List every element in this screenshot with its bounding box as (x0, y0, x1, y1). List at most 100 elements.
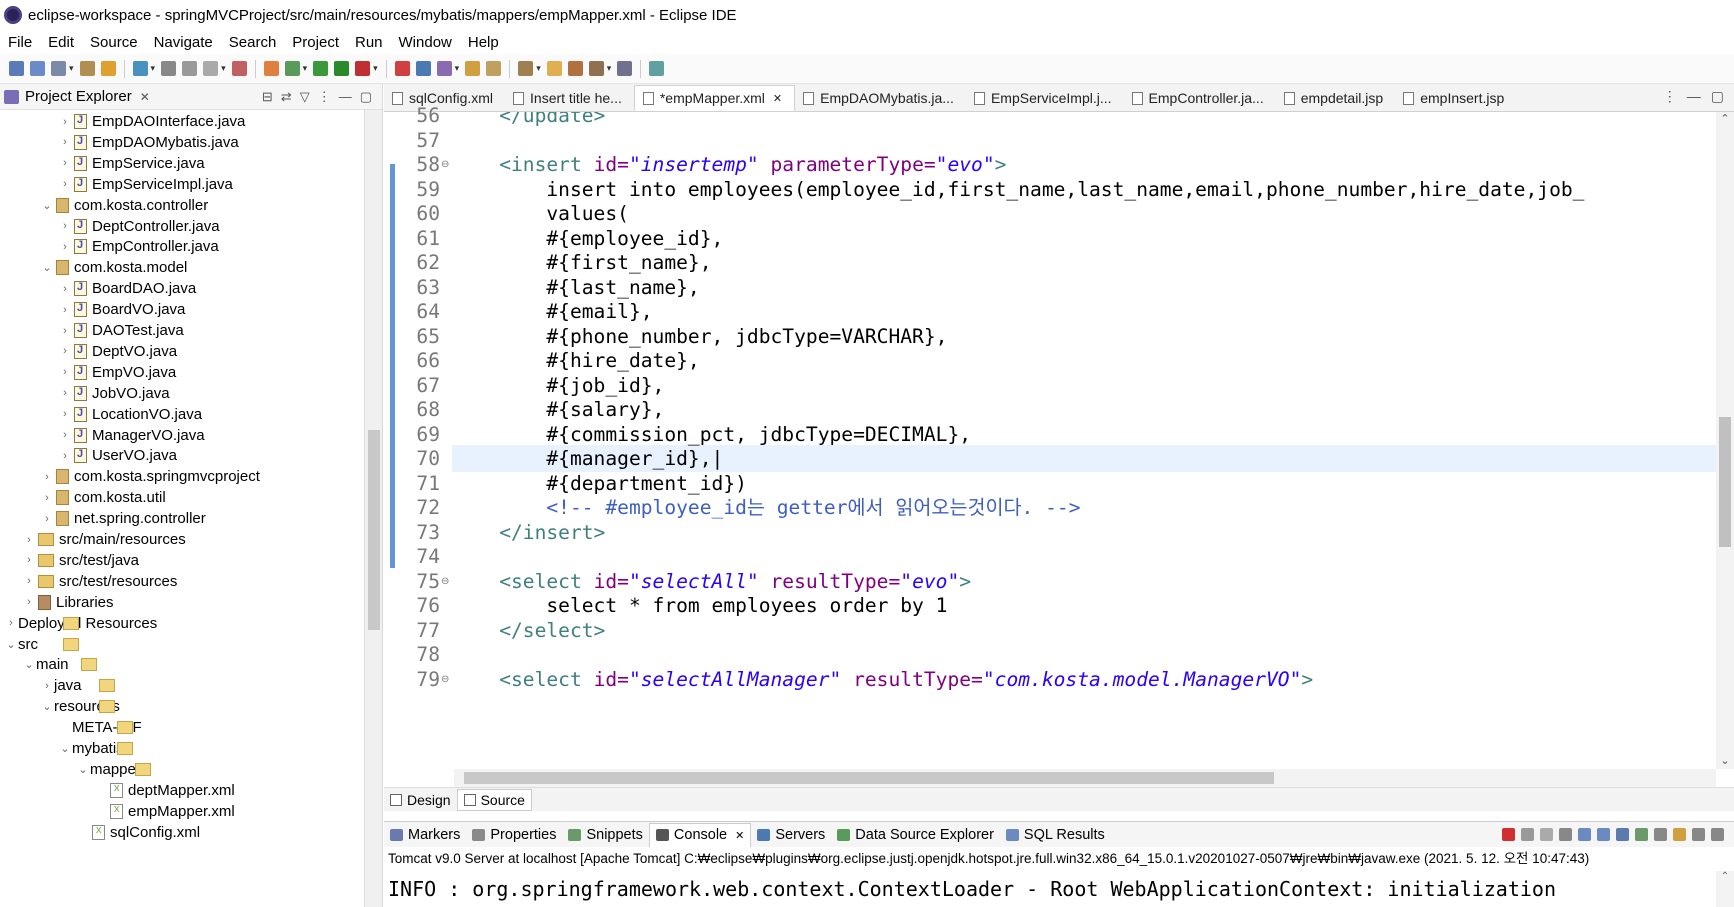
expand-arrow-icon[interactable]: › (58, 157, 72, 169)
tree-item[interactable]: META-INF (58, 716, 142, 739)
tree-item[interactable]: deptMapper.xml (94, 779, 235, 802)
tree-item[interactable]: › BoardVO.java (58, 298, 185, 321)
dropdown-arrow-icon[interactable]: ▾ (221, 63, 226, 74)
toolbar-button-icon[interactable] (313, 61, 329, 76)
menu-navigate[interactable]: Navigate (146, 34, 221, 51)
toolbar-button-icon[interactable] (486, 61, 502, 76)
console-tool-icon[interactable] (1654, 828, 1667, 841)
tree-item[interactable]: ⌄ main (22, 653, 97, 676)
editor-tab[interactable]: empInsert.jsp (1395, 85, 1516, 111)
code-line[interactable]: <insert id="insertemp" parameterType="ev… (452, 151, 1006, 178)
view-menu-icon[interactable]: ⋮ (318, 89, 331, 105)
toolbar-button-icon[interactable] (284, 61, 300, 76)
tree-item[interactable]: › src/main/resources (22, 528, 186, 551)
code-line[interactable]: </update> (452, 112, 605, 129)
dropdown-arrow-icon[interactable]: ▾ (373, 63, 378, 74)
menu-search[interactable]: Search (221, 34, 285, 51)
console-tool-icon[interactable] (1692, 828, 1705, 841)
fold-toggle-icon[interactable]: ⊖ (441, 568, 449, 595)
tree-item[interactable]: ⌄ com.kosta.model (40, 256, 187, 279)
expand-arrow-icon[interactable]: › (22, 534, 36, 546)
tree-item[interactable]: ⌄ mappers (76, 758, 151, 781)
tree-item[interactable]: › EmpService.java (58, 152, 204, 175)
fold-toggle-icon[interactable]: ⊖ (441, 151, 449, 178)
code-line[interactable]: #{salary}, (452, 396, 664, 423)
close-icon[interactable]: ✕ (140, 90, 150, 104)
toolbar-button-icon[interactable] (588, 61, 604, 76)
tree-item[interactable]: empMapper.xml (94, 800, 235, 823)
tab-data-source-explorer[interactable]: Data Source Explorer (831, 823, 1000, 847)
code-line[interactable]: #{employee_id}, (452, 225, 723, 252)
tree-item[interactable]: › Deployed Resources (4, 612, 157, 635)
code-line[interactable]: <select id="selectAllManager" resultType… (452, 666, 1313, 693)
code-line[interactable]: #{hire_date}, (452, 347, 699, 374)
console-output[interactable]: INFO : org.springframework.web.context.C… (388, 871, 1716, 907)
expand-arrow-icon[interactable]: › (22, 575, 36, 587)
close-icon[interactable]: ✕ (735, 829, 744, 842)
console-tool-icon[interactable] (1559, 828, 1572, 841)
tree-item[interactable]: › EmpVO.java (58, 361, 176, 384)
code-line[interactable]: #{department_id}) (452, 470, 747, 497)
code-line[interactable]: #{commission_pct, jdbcType=DECIMAL}, (452, 421, 971, 448)
editor-scrollbar[interactable]: ⌃ ⌄ (1716, 112, 1734, 769)
expand-arrow-icon[interactable]: ⌄ (4, 638, 18, 651)
expand-arrow-icon[interactable]: › (58, 304, 72, 316)
tree-item[interactable]: › EmpDAOInterface.java (58, 110, 245, 133)
toolbar-button-icon[interactable] (79, 61, 95, 76)
expand-arrow-icon[interactable]: › (58, 450, 72, 462)
console-tool-icon[interactable] (1502, 828, 1515, 841)
console-tool-icon[interactable] (1635, 828, 1648, 841)
tree-item[interactable]: › src/test/java (22, 549, 139, 572)
code-line[interactable]: select * from employees order by 1 (452, 592, 947, 619)
code-area[interactable]: </update> <insert id="insertemp" paramet… (452, 112, 1716, 769)
expand-arrow-icon[interactable]: › (58, 325, 72, 337)
editor-tab[interactable]: EmpController.ja... (1124, 85, 1276, 111)
toolbar-button-icon[interactable] (567, 61, 583, 76)
tree-item[interactable]: › EmpDAOMybatis.java (58, 131, 239, 154)
code-line[interactable]: #{email}, (452, 298, 652, 325)
toolbar-button-icon[interactable] (9, 61, 24, 76)
code-line[interactable]: #{job_id}, (452, 372, 664, 399)
code-line[interactable]: <!-- #employee_id는 getter에서 읽어오는것이다. --> (452, 494, 1080, 521)
tree-item[interactable]: › src/test/resources (22, 570, 177, 593)
toolbar-button-icon[interactable] (231, 61, 247, 76)
toolbar-button-icon[interactable] (161, 61, 177, 76)
tab-servers[interactable]: Servers (751, 823, 831, 847)
expand-arrow-icon[interactable]: › (58, 283, 72, 295)
expand-arrow-icon[interactable]: ⌄ (40, 199, 54, 212)
tree-item[interactable]: › BoardDAO.java (58, 277, 196, 300)
menu-help[interactable]: Help (460, 34, 507, 51)
menu-file[interactable]: File (0, 34, 40, 51)
dropdown-arrow-icon[interactable]: ▾ (536, 63, 541, 74)
console-tool-icon[interactable] (1597, 828, 1610, 841)
console-scrollbar[interactable]: ⌃ (1716, 871, 1734, 907)
toolbar-button-icon[interactable] (649, 61, 665, 76)
expand-arrow-icon[interactable]: ⌄ (40, 700, 54, 713)
tree-item[interactable]: › java (40, 674, 115, 697)
expand-arrow-icon[interactable]: ⌄ (22, 658, 36, 671)
expand-arrow-icon[interactable]: › (58, 136, 72, 148)
console-tool-icon[interactable] (1673, 828, 1686, 841)
tree-item[interactable]: › DeptVO.java (58, 340, 177, 363)
dropdown-arrow-icon[interactable]: ▾ (303, 63, 308, 74)
editor-tab[interactable]: Insert title he... (505, 85, 634, 111)
editor-tab[interactable]: *empMapper.xml ✕ (633, 85, 796, 111)
scrollbar-thumb[interactable] (1719, 417, 1731, 547)
code-line[interactable]: <select id="selectAll" resultType="evo"> (452, 568, 971, 595)
toolbar-button-icon[interactable] (465, 61, 481, 76)
tree-item[interactable]: › EmpServiceImpl.java (58, 173, 233, 196)
code-line[interactable]: values( (452, 200, 629, 227)
console-tool-icon[interactable] (1540, 828, 1553, 841)
expand-arrow-icon[interactable]: › (40, 492, 54, 504)
minimize-icon[interactable]: — (1687, 88, 1701, 105)
expand-arrow-icon[interactable]: › (58, 220, 72, 232)
editor-tab[interactable]: empdetail.jsp (1276, 85, 1396, 111)
menu-run[interactable]: Run (347, 34, 391, 51)
code-line[interactable]: #{manager_id},| (452, 445, 723, 472)
expand-arrow-icon[interactable]: › (58, 429, 72, 441)
minimize-icon[interactable]: — (339, 89, 352, 105)
expand-arrow-icon[interactable]: › (40, 680, 54, 692)
expand-arrow-icon[interactable]: › (58, 408, 72, 420)
tab-console[interactable]: Console ✕ (648, 822, 752, 847)
code-line[interactable]: #{first_name}, (452, 249, 711, 276)
